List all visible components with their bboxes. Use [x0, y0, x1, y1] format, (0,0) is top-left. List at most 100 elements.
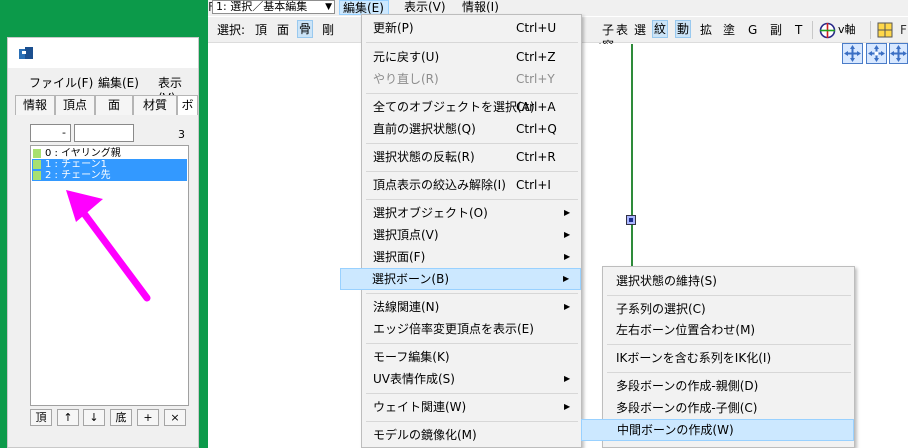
menu-label: 選択状態の維持(S)	[616, 274, 717, 288]
panel-tabs: 情報 頂点 面 材質 ボ	[15, 95, 198, 115]
select-rigid-toggle[interactable]: 剛	[322, 22, 334, 38]
submenu-arrow-icon: ▶	[564, 230, 571, 239]
select-vertex-toggle[interactable]: 頂	[255, 22, 267, 38]
menu-label: 多段ボーンの作成-親側(D)	[616, 379, 759, 393]
move-bottom-button[interactable]: 底	[110, 409, 132, 426]
menu-item-morph-edit[interactable]: モーフ編集(K)	[363, 347, 581, 367]
toggle-sub[interactable]: 副	[770, 22, 782, 38]
toggle-paint[interactable]: 塗	[723, 22, 735, 38]
tab-info[interactable]: 情報	[15, 95, 55, 115]
axis-crosshair-icon[interactable]	[819, 22, 836, 39]
menu-item-selected-bone[interactable]: 選択ボーン(B) ▶	[340, 268, 581, 290]
menu-shortcut: Ctrl+U	[516, 21, 557, 35]
menu-label: 左右ボーン位置合わせ(M)	[616, 323, 756, 337]
app-icon	[19, 47, 33, 59]
panel-menu-edit[interactable]: 編集(E)	[98, 74, 139, 91]
bone-count: 3	[178, 128, 185, 141]
camera-zoom-icon[interactable]	[889, 43, 908, 64]
bone-name-field[interactable]	[74, 124, 134, 142]
menu-separator	[366, 343, 578, 344]
bone-joint-marker[interactable]	[626, 215, 636, 225]
magenta-arrow-annotation	[66, 190, 151, 302]
tab-face[interactable]: 面	[95, 95, 133, 115]
tab-material[interactable]: 材質	[133, 95, 177, 115]
camera-rotate-icon[interactable]	[866, 43, 887, 64]
move-top-button[interactable]: 頂	[30, 409, 52, 426]
submenu-item-keep-selection[interactable]: 選択状態の維持(S)	[604, 271, 853, 291]
menu-label: IKボーンを含む系列をIK化(I)	[616, 351, 772, 365]
menu-item-selected-face[interactable]: 選択面(F) ▶	[363, 247, 581, 267]
menu-separator	[366, 421, 578, 422]
menu-label: やり直し(R)	[373, 72, 439, 86]
menu-item-selected-vertex[interactable]: 選択頂点(V) ▶	[363, 225, 581, 245]
menu-label: 直前の選択状態(Q)	[373, 122, 476, 136]
menu-edit[interactable]: 編集(E)	[339, 0, 389, 15]
bone-color-swatch	[33, 160, 41, 169]
menu-label: 多段ボーンの作成-子側(C)	[616, 401, 758, 415]
panel-menu-file[interactable]: ファイル(F)	[29, 74, 93, 91]
mode-select[interactable]: 1: 選択／基本編集 ▼	[212, 0, 335, 14]
submenu-item-create-middle-bone[interactable]: 中間ボーンの作成(W)	[581, 419, 854, 441]
toggle-scale[interactable]: 拡	[700, 22, 712, 38]
menu-item-invert-selection[interactable]: 選択状態の反転(R) Ctrl+R	[363, 147, 581, 167]
menu-separator	[366, 143, 578, 144]
move-up-button[interactable]: ↑	[57, 409, 79, 426]
menu-item-clear-vertex-filter[interactable]: 頂点表示の絞込み解除(I) Ctrl+I	[363, 175, 581, 195]
menu-label: モデルの鏡像化(M)	[373, 428, 477, 442]
menu-item-undo[interactable]: 元に戻す(U) Ctrl+Z	[363, 47, 581, 67]
toolbar-divider	[812, 21, 813, 39]
panel-titlebar[interactable]	[8, 38, 198, 68]
menu-item-selected-object[interactable]: 選択オブジェクト(O) ▶	[363, 203, 581, 223]
menu-separator	[366, 393, 578, 394]
menu-separator	[366, 293, 578, 294]
tab-bone[interactable]: ボ	[177, 95, 198, 115]
submenu-item-multi-bone-parent[interactable]: 多段ボーンの作成-親側(D)	[604, 376, 853, 396]
menu-item-redo: やり直し(R) Ctrl+Y	[363, 69, 581, 89]
submenu-item-ik-chain[interactable]: IKボーンを含む系列をIK化(I)	[604, 348, 853, 368]
menu-item-select-all[interactable]: 全てのオブジェクトを選択(A) Ctrl+A	[363, 97, 581, 117]
bone-index-field[interactable]: -	[30, 124, 71, 142]
menu-view[interactable]: 表示(V)	[404, 0, 446, 15]
menu-item-weight[interactable]: ウェイト関連(W) ▶	[363, 397, 581, 417]
submenu-arrow-icon: ▶	[564, 402, 571, 411]
select-bone-toggle[interactable]: 骨	[297, 20, 314, 38]
menu-label: 元に戻す(U)	[373, 50, 440, 64]
menu-item-refresh[interactable]: 更新(P) Ctrl+U	[363, 18, 581, 38]
menu-label: UV表情作成(S)	[373, 372, 455, 386]
bone-submenu: 選択状態の維持(S) 子系列の選択(C) 左右ボーン位置合わせ(M) IKボーン…	[581, 266, 855, 448]
toggle-display[interactable]: 表	[616, 22, 628, 38]
toggle-g[interactable]: G	[748, 22, 757, 38]
camera-move-icon[interactable]	[842, 43, 863, 64]
submenu-item-multi-bone-child[interactable]: 多段ボーンの作成-子側(C)	[604, 398, 853, 418]
submenu-item-select-children[interactable]: 子系列の選択(C)	[604, 299, 853, 319]
toggle-motion[interactable]: 動	[675, 20, 692, 38]
bone-row[interactable]: 0 : イヤリング親	[32, 148, 187, 159]
menu-shortcut: Ctrl+R	[516, 150, 556, 164]
menu-label: 子系列の選択(C)	[616, 302, 706, 316]
menu-item-edge-scale-vertices[interactable]: エッジ倍率変更頂点を表示(E)	[363, 319, 581, 339]
v-axis-toggle[interactable]: v軸	[838, 22, 856, 38]
menu-item-previous-selection[interactable]: 直前の選択状態(Q) Ctrl+Q	[363, 119, 581, 139]
add-bone-button[interactable]: +	[137, 409, 159, 426]
menu-separator	[366, 199, 578, 200]
menu-item-mirror-model[interactable]: モデルの鏡像化(M)	[363, 425, 581, 445]
menu-separator	[607, 295, 851, 296]
delete-bone-button[interactable]: ×	[164, 409, 186, 426]
mode-select-value: 1: 選択／基本編集	[216, 0, 308, 13]
grid-icon[interactable]	[877, 22, 893, 38]
move-down-button[interactable]: ↓	[83, 409, 105, 426]
bone-row[interactable]: 1 : チェーン1	[32, 159, 187, 170]
toggle-select[interactable]: 選	[634, 22, 646, 38]
menu-label: 頂点表示の絞込み解除(I)	[373, 178, 506, 192]
menu-label: 法線関連(N)	[373, 300, 440, 314]
toggle-pattern[interactable]: 紋	[652, 20, 669, 38]
submenu-item-align-left-right[interactable]: 左右ボーン位置合わせ(M)	[604, 320, 853, 340]
menu-item-uv-morph[interactable]: UV表情作成(S) ▶	[363, 369, 581, 389]
tab-vertex[interactable]: 頂点	[55, 95, 95, 115]
select-face-toggle[interactable]: 面	[277, 22, 289, 38]
submenu-arrow-icon: ▶	[564, 252, 571, 261]
menu-info[interactable]: 情報(I)	[462, 0, 499, 15]
menu-item-normals[interactable]: 法線関連(N) ▶	[363, 297, 581, 317]
menu-label: モーフ編集(K)	[373, 350, 450, 364]
toggle-t[interactable]: T	[795, 22, 802, 38]
